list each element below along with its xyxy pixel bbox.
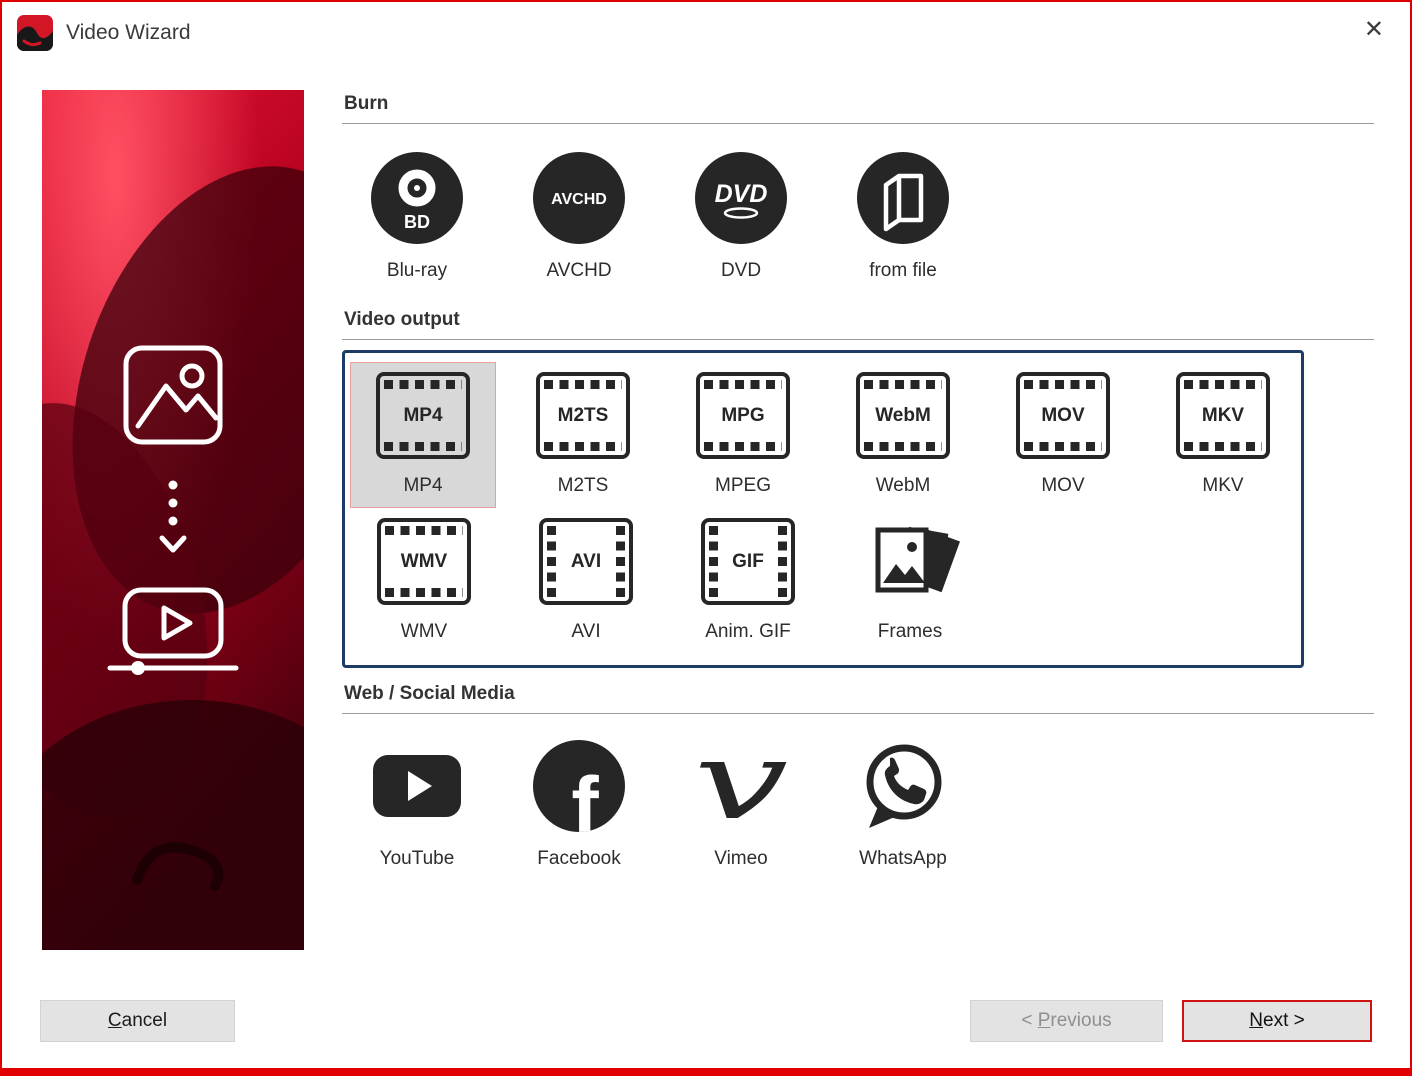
- video-format-label: M2TS: [557, 475, 609, 496]
- mkv-filmstrip-icon: MKV: [1176, 372, 1270, 459]
- video-format-mkv[interactable]: MKV MKV: [1151, 363, 1295, 507]
- video-format-label: MP4: [403, 475, 443, 496]
- wmv-filmstrip-icon: WMV: [377, 518, 471, 605]
- wizard-artwork: [2, 90, 392, 1020]
- web-option-whatsapp[interactable]: WhatsApp: [830, 740, 976, 870]
- svg-text:v: v: [694, 740, 789, 832]
- svg-text:AVCHD: AVCHD: [551, 191, 607, 208]
- video-format-anim-gif[interactable]: GIF Anim. GIF: [675, 509, 821, 653]
- window-title: Video Wizard: [66, 21, 191, 44]
- video-format-mov[interactable]: MOV MOV: [991, 363, 1135, 507]
- video-format-wmv[interactable]: WMV WMV: [351, 509, 497, 653]
- video-format-webm[interactable]: WebM WebM: [831, 363, 975, 507]
- video-format-label: Frames: [877, 621, 943, 642]
- mov-filmstrip-icon: MOV: [1016, 372, 1110, 459]
- youtube-icon: [371, 740, 463, 832]
- web-options-row: YouTube f Facebook v Vimeo WhatsApp: [342, 714, 1374, 894]
- video-output-section-header: Video output: [342, 306, 1374, 340]
- video-format-label: MPEG: [715, 475, 771, 496]
- burn-option-label: DVD: [720, 260, 762, 281]
- video-format-mpeg[interactable]: MPG MPEG: [671, 363, 815, 507]
- titlebar: Video Wizard ✕: [2, 2, 1410, 64]
- vimeo-icon: v: [691, 740, 791, 832]
- video-format-label: WMV: [400, 621, 448, 642]
- web-option-label: YouTube: [379, 848, 455, 869]
- burn-option-label: AVCHD: [546, 260, 612, 281]
- video-format-avi[interactable]: AVI AVI: [513, 509, 659, 653]
- bluray-disc-icon: BD: [371, 152, 463, 244]
- arrow-down-dotted-icon: [168, 480, 178, 526]
- flower-artwork-image: [2, 90, 392, 1020]
- mp4-filmstrip-icon: MP4: [376, 372, 470, 459]
- video-output-row-2: WMV WMV AVI AVI GIF Anim. GIF Frames: [351, 509, 1295, 653]
- video-format-label: MKV: [1202, 475, 1244, 496]
- burn-options-row: BD Blu-ray AVCHD AVCHD DVD DVD from file: [342, 124, 1374, 306]
- video-format-label: MOV: [1041, 475, 1085, 496]
- burn-option-bluray[interactable]: BD Blu-ray: [344, 152, 490, 282]
- video-format-label: Anim. GIF: [705, 621, 791, 642]
- web-option-label: WhatsApp: [859, 848, 947, 869]
- m2ts-filmstrip-icon: M2TS: [536, 372, 630, 459]
- frames-icon: [860, 518, 960, 605]
- app-logo-icon: [17, 15, 53, 51]
- web-option-label: Vimeo: [714, 848, 768, 869]
- facebook-icon: f: [533, 740, 625, 832]
- avchd-disc-icon: AVCHD: [533, 152, 625, 244]
- cancel-button[interactable]: Cancel: [40, 1000, 235, 1042]
- web-option-facebook[interactable]: f Facebook: [506, 740, 652, 870]
- video-wizard-window: Video Wizard ✕ Burn BD Blu-ray AVCHD AVC…: [0, 0, 1412, 1076]
- next-button[interactable]: Next >: [1182, 1000, 1372, 1042]
- svg-text:DVD: DVD: [715, 180, 768, 208]
- burn-option-dvd[interactable]: DVD DVD: [668, 152, 814, 282]
- web-section-header: Web / Social Media: [342, 680, 1374, 714]
- video-output-row-1: MP4 MP4 M2TS M2TS MPG MPEG WebM WebM MOV…: [350, 362, 1295, 508]
- burn-option-label: from file: [869, 260, 937, 281]
- web-option-label: Facebook: [537, 848, 621, 869]
- from-file-icon: [857, 152, 949, 244]
- video-format-mp4[interactable]: MP4 MP4: [350, 362, 496, 508]
- dvd-disc-icon: DVD: [695, 152, 787, 244]
- video-output-group: MP4 MP4 M2TS M2TS MPG MPEG WebM WebM MOV…: [342, 350, 1304, 668]
- burn-section-header: Burn: [342, 90, 1374, 124]
- gif-filmstrip-icon: GIF: [701, 518, 795, 605]
- svg-text:f: f: [571, 761, 599, 832]
- webm-filmstrip-icon: WebM: [856, 372, 950, 459]
- video-format-label: WebM: [875, 475, 931, 496]
- video-format-m2ts[interactable]: M2TS M2TS: [511, 363, 655, 507]
- burn-option-avchd[interactable]: AVCHD AVCHD: [506, 152, 652, 282]
- video-format-frames[interactable]: Frames: [837, 509, 983, 653]
- web-option-vimeo[interactable]: v Vimeo: [668, 740, 814, 870]
- video-format-label: AVI: [571, 621, 601, 642]
- mpg-filmstrip-icon: MPG: [696, 372, 790, 459]
- web-option-youtube[interactable]: YouTube: [344, 740, 490, 870]
- main-content: Burn BD Blu-ray AVCHD AVCHD DVD DVD from…: [342, 90, 1374, 894]
- avi-filmstrip-icon: AVI: [539, 518, 633, 605]
- close-icon[interactable]: ✕: [1364, 18, 1384, 42]
- whatsapp-icon: [857, 740, 949, 832]
- burn-option-label: Blu-ray: [386, 260, 448, 281]
- previous-button[interactable]: < Previous: [970, 1000, 1163, 1042]
- burn-option-from-file[interactable]: from file: [830, 152, 976, 282]
- svg-text:BD: BD: [404, 212, 430, 232]
